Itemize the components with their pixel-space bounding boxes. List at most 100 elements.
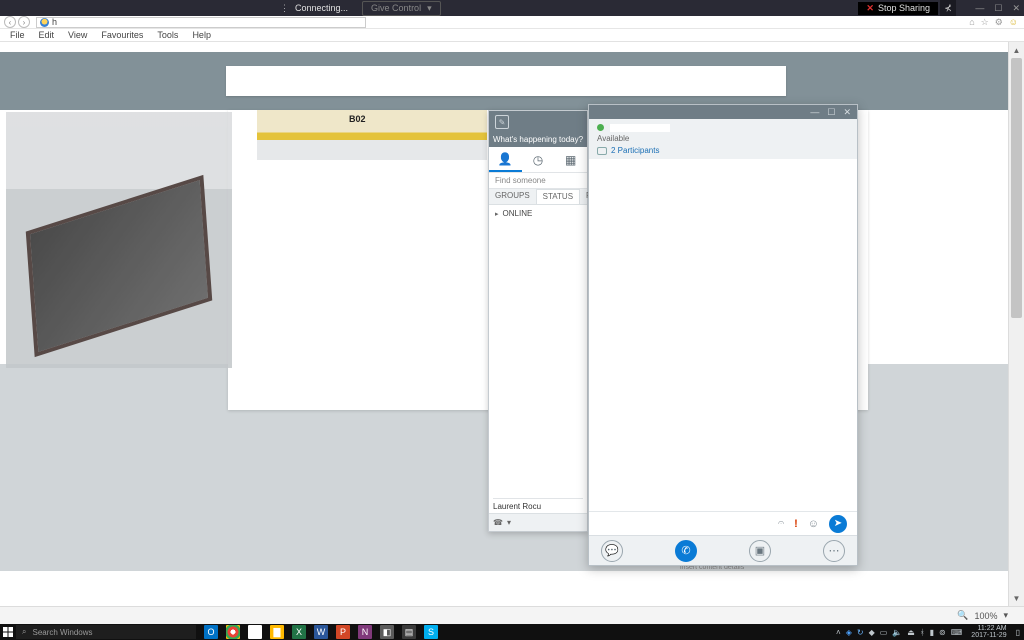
give-control-button[interactable]: Give Control ▾ [362, 1, 441, 16]
forward-button[interactable]: › [18, 16, 30, 28]
tab-groups[interactable]: GROUPS [489, 189, 536, 204]
chevron-down-icon: ▾ [427, 3, 432, 14]
calendar-tab-button[interactable]: ▦ [554, 147, 587, 172]
stop-sharing-label: Stop Sharing [878, 3, 930, 13]
tab-status[interactable]: STATUS [536, 189, 580, 204]
taskbar-app-outlook[interactable]: O [204, 625, 218, 639]
tray-wifi-icon[interactable]: ⊚ [939, 628, 946, 637]
tray-volume-icon[interactable]: 🔈 [892, 628, 902, 637]
conv-minimize-button[interactable]: — [810, 107, 819, 117]
im-button[interactable]: 💬 [601, 540, 623, 562]
back-button[interactable]: ‹ [4, 16, 16, 28]
tray-chevron-up-icon[interactable]: ˄ [836, 628, 841, 637]
ie-page-icon [40, 18, 49, 27]
message-history-area[interactable] [589, 159, 857, 509]
smiley-icon[interactable]: ☺ [1009, 17, 1018, 28]
importance-icon[interactable]: ! [794, 518, 798, 530]
whats-happening-label[interactable]: What's happening today? [493, 135, 583, 144]
taskbar-app-onenote[interactable]: N [358, 625, 372, 639]
action-center-icon[interactable]: ▯ [1016, 628, 1020, 637]
warehouse-strip-image: B02 [257, 110, 487, 160]
present-icon: ▣ [755, 544, 765, 557]
phone-device-icon[interactable]: ☎ [493, 518, 503, 527]
zoom-icon[interactable]: 🔍 [957, 610, 968, 621]
system-tray: ˄ ◈ ↻ ◆ ▭ 🔈 ⏏ ᚼ ▮ ⊚ ⌨ 11:22 AM 2017-11-2… [836, 625, 1024, 639]
taskbar-search-input[interactable]: ⌕ Search Windows [16, 625, 196, 639]
contact-row[interactable]: Laurent Rocu [493, 498, 583, 511]
menu-file[interactable]: File [10, 30, 25, 40]
menu-favourites[interactable]: Favourites [101, 30, 143, 40]
start-button[interactable] [0, 624, 16, 640]
taskbar-app-powerpoint[interactable]: P [336, 625, 350, 639]
taskbar-app-excel[interactable]: X [292, 625, 306, 639]
favorites-icon[interactable]: ☆ [981, 17, 989, 28]
message-input-row: 𝄐 ! ☺ ➤ [589, 511, 857, 535]
participants-link[interactable]: 2 Participants [597, 146, 849, 155]
tray-battery-icon[interactable]: ▮ [930, 628, 934, 637]
chevron-down-icon[interactable]: ▾ [507, 518, 511, 527]
menu-tools[interactable]: Tools [157, 30, 178, 40]
tray-safely-remove-icon[interactable]: ⏏ [907, 628, 915, 637]
taskbar-app-chrome[interactable] [226, 625, 240, 639]
present-button[interactable]: ▣ [749, 540, 771, 562]
tray-sync-icon[interactable]: ↻ [857, 628, 864, 637]
home-icon[interactable]: ⌂ [969, 17, 974, 28]
taskbar-clock[interactable]: 11:22 AM 2017-11-29 [967, 625, 1010, 639]
emoji-icon[interactable]: ☺ [808, 518, 819, 530]
stop-sharing-button[interactable]: ✕ Stop Sharing [858, 2, 938, 15]
taskbar-app-explorer[interactable]: ▇ [270, 625, 284, 639]
zoom-chevron-icon[interactable]: ▾ [1003, 610, 1008, 621]
close-button[interactable]: ✕ [1012, 3, 1020, 14]
person-icon: 👤 [498, 152, 513, 166]
note-icon[interactable]: ✎ [495, 115, 509, 129]
windows-taskbar: ⌕ Search Windows O e ▇ X W P N ◧ ▤ S ˄ ◈… [0, 624, 1024, 640]
attach-icon[interactable]: 𝄐 [778, 517, 784, 530]
contact-filter-tabs: GROUPS STATUS RELAT [489, 189, 587, 205]
zoom-level[interactable]: 100% [974, 611, 997, 621]
more-button[interactable]: ⋯ [823, 540, 845, 562]
taskbar-app-generic-1[interactable]: ◧ [380, 625, 394, 639]
skype-view-toolbar: 👤 ◷ ▦ [489, 147, 587, 173]
scroll-thumb[interactable] [1011, 58, 1022, 318]
conv-maximize-button[interactable]: ☐ [827, 107, 835, 118]
send-button[interactable]: ➤ [829, 515, 847, 533]
search-placeholder: Search Windows [32, 628, 92, 637]
conv-close-button[interactable]: ✕ [843, 107, 851, 118]
menu-view[interactable]: View [68, 30, 87, 40]
history-tab-button[interactable]: ◷ [522, 147, 555, 172]
strip-tag: B02 [349, 114, 366, 124]
tray-network-icon[interactable]: ▭ [880, 628, 888, 637]
menu-edit[interactable]: Edit [39, 30, 55, 40]
vertical-scrollbar[interactable]: ▲ ▼ [1008, 42, 1024, 606]
search-icon: ⌕ [22, 627, 26, 637]
pin-icon: ⊀ [944, 3, 952, 14]
find-someone-input[interactable]: Find someone [489, 173, 587, 189]
taskbar-app-skype[interactable]: S [424, 625, 438, 639]
browser-top-right-icons: ⌂ ☆ ⚙ ☺ [969, 17, 1024, 28]
taskbar-app-ie[interactable]: e [248, 625, 262, 639]
scroll-down-button[interactable]: ▼ [1009, 590, 1024, 606]
group-online[interactable]: ONLINE [489, 205, 587, 222]
give-control-label: Give Control [371, 3, 421, 13]
address-text: h [52, 17, 57, 27]
connecting-label: Connecting... [295, 3, 348, 13]
menu-help[interactable]: Help [192, 30, 211, 40]
presence-available-icon [597, 124, 604, 131]
ie-status-bar: 🔍 100% ▾ [0, 606, 1024, 624]
page-viewport: B02 insert content details ✎ What's happ… [0, 42, 1008, 606]
maximize-button[interactable]: ☐ [994, 3, 1002, 14]
pin-button[interactable]: ⊀ [940, 0, 956, 16]
tray-indicator-1[interactable]: ◆ [869, 628, 875, 637]
tray-bluetooth-icon[interactable]: ᚼ [920, 628, 925, 637]
tray-input-icon[interactable]: ⌨ [951, 628, 963, 637]
address-bar[interactable]: h [36, 17, 366, 28]
tray-shield-icon[interactable]: ◈ [846, 628, 852, 637]
settings-gear-icon[interactable]: ⚙ [995, 17, 1003, 28]
taskbar-app-generic-2[interactable]: ▤ [402, 625, 416, 639]
clock-date: 2017-11-29 [971, 632, 1006, 639]
taskbar-app-word[interactable]: W [314, 625, 328, 639]
scroll-up-button[interactable]: ▲ [1009, 42, 1024, 58]
call-button[interactable]: ✆ [675, 540, 697, 562]
contacts-tab-button[interactable]: 👤 [489, 147, 522, 172]
minimize-button[interactable]: — [975, 3, 984, 14]
